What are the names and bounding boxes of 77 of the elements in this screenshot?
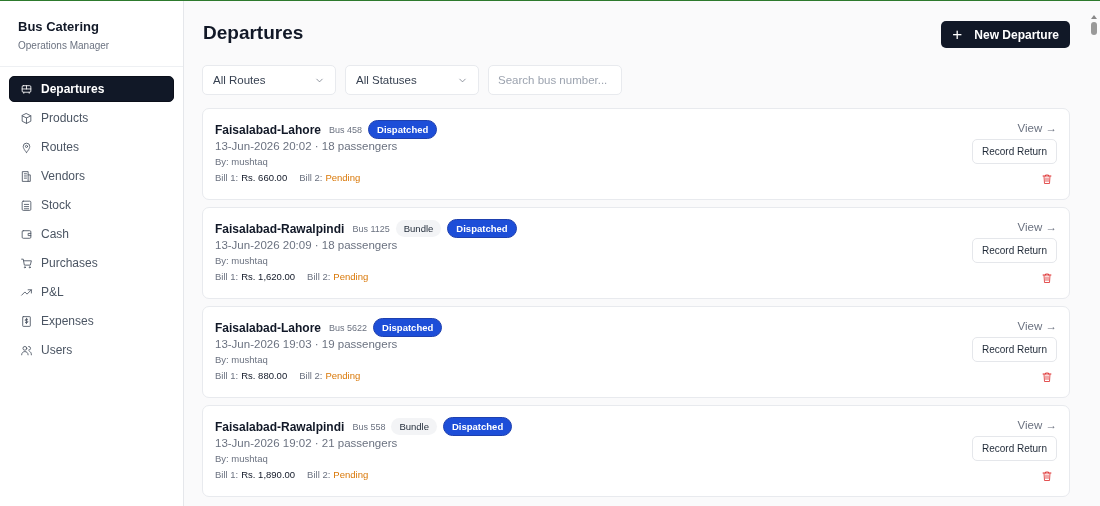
cart-icon <box>20 256 33 270</box>
bus-number: Bus 1125 <box>352 223 390 234</box>
bus-number: Bus 458 <box>329 124 363 135</box>
bill-status: Pending <box>333 469 369 480</box>
departure-time: 13-Jun-2026 20:09 · 18 passengers <box>215 239 399 251</box>
search-field[interactable]: Search bus number... <box>488 65 622 95</box>
bill-label: Bill 2: <box>307 271 331 282</box>
sidebar-item[interactable]: Purchases <box>9 250 174 276</box>
sidebar-item[interactable]: Cash <box>9 221 174 247</box>
delete-icon[interactable] <box>1041 371 1053 383</box>
bill-amount: Rs. 1,890.00 <box>241 469 296 480</box>
delete-icon[interactable] <box>1041 470 1053 482</box>
bill-label: Bill 1: <box>215 172 239 183</box>
bill-amount: Rs. 880.00 <box>241 370 288 381</box>
receipt-icon <box>20 314 33 328</box>
bill-label: Bill 1: <box>215 469 239 480</box>
map-pin-icon <box>20 140 33 154</box>
status-badge: Dispatched <box>368 120 438 139</box>
created-by: By: mushtaq <box>215 156 269 167</box>
bill-label: Bill 2: <box>299 370 323 381</box>
status-badge: Dispatched <box>447 219 517 238</box>
bill-label: Bill 1: <box>215 271 239 282</box>
delete-icon[interactable] <box>1041 173 1053 185</box>
bill-amount: Rs. 1,620.00 <box>241 271 296 282</box>
bundle-tag: Bundle <box>391 418 437 435</box>
bundle-tag: Bundle <box>395 220 442 237</box>
record-return-button[interactable]: Record Return <box>971 139 1057 164</box>
departure-time: 13-Jun-2026 20:02 · 18 passengers <box>215 140 399 152</box>
created-by: By: mushtaq <box>215 453 269 464</box>
status-select[interactable]: All Statuses <box>345 65 479 95</box>
bill-amount: Rs. 660.00 <box>241 172 288 183</box>
sidebar-item[interactable]: Stock <box>9 192 174 218</box>
wallet-icon <box>20 227 33 241</box>
created-by: By: mushtaq <box>215 354 269 365</box>
record-return-button[interactable]: Record Return <box>971 337 1057 362</box>
app-subtitle: Operations Manager <box>18 40 111 51</box>
bill-status: Pending <box>325 172 361 183</box>
route-name: Faisalabad-Rawalpindi <box>215 221 345 236</box>
bill-status: Pending <box>333 271 369 282</box>
departure-time: 13-Jun-2026 19:03 · 19 passengers <box>215 338 399 350</box>
sidebar-item[interactable]: Vendors <box>9 163 174 189</box>
page-title: Departures <box>202 22 304 44</box>
box-icon <box>20 111 33 125</box>
route-name: Faisalabad-Rawalpindi <box>215 419 345 434</box>
bill-status: Pending <box>325 370 361 381</box>
bus-number: Bus 5622 <box>329 322 368 333</box>
bill-label: Bill 2: <box>307 469 331 480</box>
view-link[interactable]: View → <box>1017 221 1057 233</box>
record-return-button[interactable]: Record Return <box>971 238 1057 263</box>
new-departure-button[interactable]: + New Departure <box>941 21 1070 48</box>
record-return-button[interactable]: Record Return <box>971 436 1057 461</box>
scrollbar-drawing <box>1090 15 1098 35</box>
view-link[interactable]: View → <box>1017 320 1057 332</box>
sidebar-item[interactable]: Expenses <box>9 308 174 334</box>
view-link[interactable]: View → <box>1017 419 1057 431</box>
building-icon <box>20 169 33 183</box>
bus-number: Bus 558 <box>352 421 386 432</box>
route-name: Faisalabad-Lahore <box>215 122 322 137</box>
sidebar-item[interactable]: Products <box>9 105 174 131</box>
departure-time: 13-Jun-2026 19:02 · 21 passengers <box>215 437 399 449</box>
app-title: Bus Catering <box>18 19 100 34</box>
warehouse-icon <box>20 198 33 212</box>
sidebar-item[interactable]: Departures <box>9 76 174 102</box>
sidebar-item[interactable]: Users <box>9 337 174 363</box>
status-badge: Dispatched <box>373 318 443 337</box>
bill-label: Bill 2: <box>299 172 323 183</box>
created-by: By: mushtaq <box>215 255 269 266</box>
users-icon <box>20 343 33 357</box>
view-link[interactable]: View → <box>1017 122 1057 134</box>
sidebar-item[interactable]: Routes <box>9 134 174 160</box>
status-badge: Dispatched <box>443 417 513 436</box>
sidebar-item[interactable]: P&L <box>9 279 174 305</box>
route-name: Faisalabad-Lahore <box>215 320 322 335</box>
bill-label: Bill 1: <box>215 370 239 381</box>
bus-icon <box>20 82 33 96</box>
route-select[interactable]: All Routes <box>202 65 336 95</box>
delete-icon[interactable] <box>1041 272 1053 284</box>
